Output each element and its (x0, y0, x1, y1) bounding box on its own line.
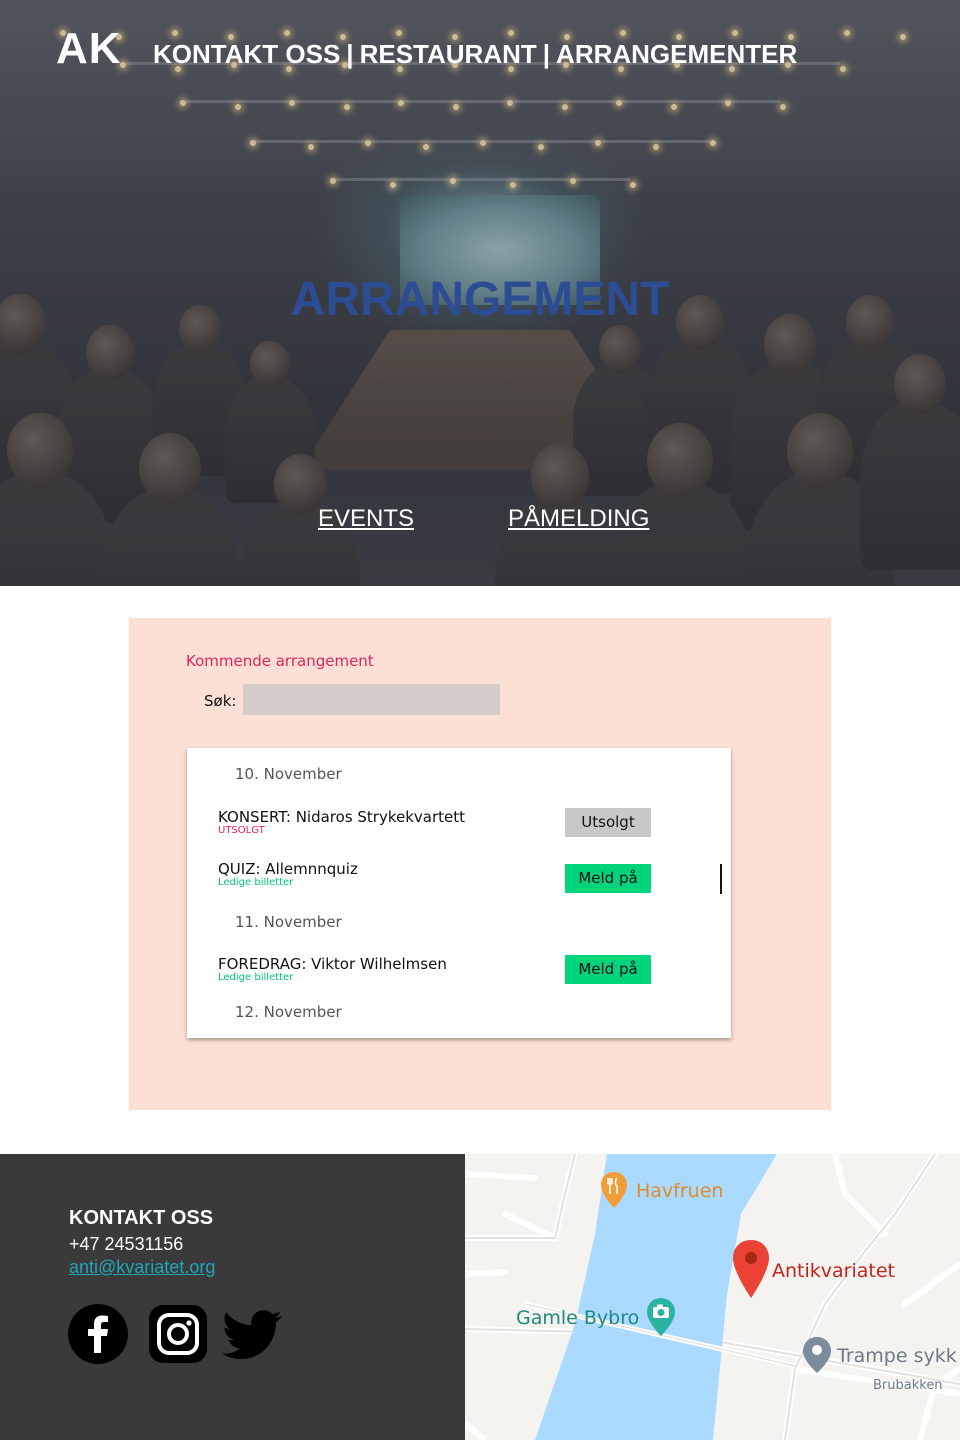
shop-pin-icon[interactable] (801, 1335, 833, 1375)
contact-heading: KONTAKT OSS (69, 1207, 214, 1229)
map-label-shop: Trampe sykk (837, 1345, 957, 1367)
date-heading: 10. November (235, 765, 342, 783)
date-heading: 11. November (235, 913, 342, 931)
date-heading: 12. November (235, 1003, 342, 1021)
nav-separator: | (346, 39, 354, 69)
location-pin-icon[interactable] (731, 1238, 771, 1300)
signup-link[interactable]: PÅMELDING (508, 505, 649, 533)
page-title: ARRANGEMENT (290, 273, 670, 326)
event-title: QUIZ: Allemnnquiz (218, 860, 358, 878)
instagram-icon[interactable] (147, 1303, 209, 1365)
nav-link-contact[interactable]: KONTAKT OSS (153, 39, 340, 69)
map-label-venue: Antikvariatet (772, 1260, 895, 1282)
map-label-restaurant: Havfruen (636, 1180, 724, 1202)
hero-banner: AK KONTAKT OSS | RESTAURANT | ARRANGEMENTER … (0, 0, 960, 586)
events-panel: Kommende arrangement Søk: 10. November K… (129, 618, 831, 1110)
restaurant-pin-icon[interactable] (599, 1170, 629, 1210)
twitter-icon[interactable] (222, 1303, 284, 1365)
location-map[interactable]: Havfruen Antikvariatet Gamle Bybro Tramp… (465, 1154, 960, 1440)
contact-email-link[interactable]: anti@kvariatet.org (69, 1257, 215, 1278)
camera-pin-icon[interactable] (645, 1296, 677, 1338)
text-cursor (720, 864, 722, 894)
event-title: KONSERT: Nidaros Strykekvartett (218, 808, 466, 826)
facebook-icon[interactable] (67, 1303, 129, 1365)
contact-footer: KONTAKT OSS +47 24531156 anti@kvariatet.… (0, 1154, 465, 1440)
soldout-button[interactable]: Utsolgt (565, 808, 651, 837)
events-heading: Kommende arrangement (186, 652, 374, 670)
events-link[interactable]: EVENTS (318, 505, 414, 533)
signup-button[interactable]: Meld på (565, 955, 651, 984)
search-input[interactable] (243, 684, 500, 715)
search-label: Søk: (204, 692, 237, 710)
nav-link-restaurant[interactable]: RESTAURANT (360, 39, 537, 69)
top-navigation: KONTAKT OSS | RESTAURANT | ARRANGEMENTER (153, 39, 797, 70)
signup-button[interactable]: Meld på (565, 864, 651, 893)
map-label-bridge: Gamle Bybro (516, 1307, 640, 1329)
nav-separator: | (542, 39, 551, 69)
map-label-street: Brubakken (873, 1378, 943, 1393)
nav-link-events[interactable]: ARRANGEMENTER (556, 39, 797, 69)
event-status-soldout: UTSOLGT (218, 825, 265, 836)
contact-phone: +47 24531156 (69, 1234, 184, 1254)
event-status-available: Ledige billetter (218, 972, 294, 983)
event-status-available: Ledige billetter (218, 877, 294, 888)
event-list[interactable]: 10. November KONSERT: Nidaros Strykekvar… (187, 748, 731, 1038)
event-title: FOREDRAG: Viktor Wilhelmsen (218, 955, 447, 973)
site-logo[interactable]: AK (56, 24, 122, 74)
